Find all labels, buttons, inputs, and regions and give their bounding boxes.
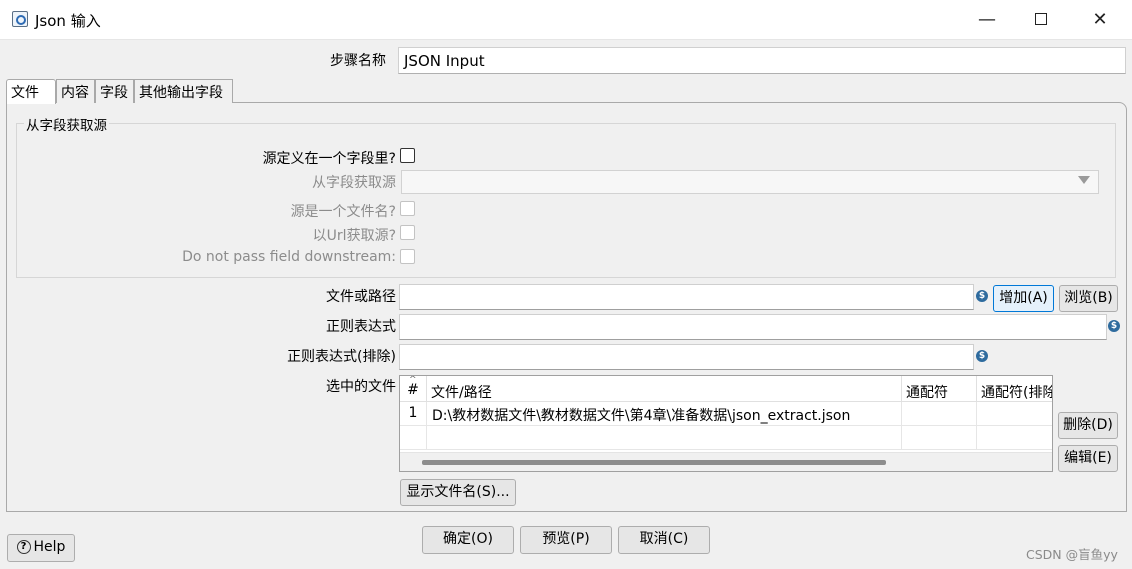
table-cell-empty[interactable] — [977, 426, 1052, 450]
group-title: 从字段获取源 — [24, 114, 109, 134]
file-path-label: 文件或路径 — [326, 289, 396, 305]
table-cell-file-path[interactable]: D:\教材数据文件\教材数据文件\第4章\准备数据\json_extract.j… — [427, 402, 902, 426]
regex-input[interactable] — [399, 314, 1107, 340]
tab-fields[interactable]: 字段 — [95, 79, 134, 103]
json-input-icon — [12, 11, 28, 27]
source-in-field-checkbox[interactable] — [400, 148, 415, 163]
source-is-filename-checkbox[interactable] — [400, 201, 415, 216]
sort-arrow-icon: ^ — [409, 375, 417, 385]
tab-additional-output-fields[interactable]: 其他输出字段 — [134, 79, 233, 103]
title-bar: Json 输入 — ✕ — [0, 0, 1132, 40]
maximize-icon — [1035, 12, 1047, 25]
table-cell-wildcard-exclude[interactable] — [977, 402, 1052, 426]
variable-icon: $ — [976, 290, 988, 302]
variable-icon: $ — [1108, 320, 1120, 332]
step-name-input[interactable]: JSON Input — [398, 47, 1126, 74]
ok-button[interactable]: 确定(O) — [422, 526, 514, 554]
preview-button[interactable]: 预览(P) — [520, 526, 612, 554]
minimize-button[interactable]: — — [964, 0, 1010, 40]
no-pass-field-checkbox[interactable] — [400, 249, 415, 264]
regex-exclude-label: 正则表达式(排除) — [287, 349, 396, 365]
close-button[interactable]: ✕ — [1077, 0, 1123, 40]
column-header-file-path[interactable]: 文件/路径 — [427, 376, 902, 402]
selected-files-table: # ^ 文件/路径 通配符 通配符(排除) 1 D:\教材数据文件\教材数据文件… — [399, 375, 1053, 472]
delete-button[interactable]: 删除(D) — [1058, 412, 1118, 439]
file-path-input[interactable] — [399, 284, 974, 310]
add-button[interactable]: 增加(A) — [993, 285, 1054, 312]
chevron-down-icon — [1078, 176, 1090, 184]
source-from-url-checkbox[interactable] — [400, 225, 415, 240]
table-cell-empty[interactable] — [427, 426, 902, 450]
source-in-field-label: 源定义在一个字段里? — [262, 151, 396, 167]
horizontal-scrollbar[interactable] — [400, 452, 1052, 471]
tab-content[interactable]: 内容 — [56, 79, 95, 103]
help-icon: ? — [16, 540, 31, 554]
source-field-label: 从字段获取源 — [312, 175, 396, 191]
browse-button[interactable]: 浏览(B) — [1059, 285, 1118, 312]
source-field-select[interactable] — [401, 170, 1099, 194]
step-name-label: 步骤名称 — [330, 53, 386, 69]
scrollbar-thumb[interactable] — [422, 460, 886, 465]
regex-label: 正则表达式 — [326, 319, 396, 335]
regex-exclude-input[interactable] — [399, 344, 974, 370]
selected-files-label: 选中的文件 — [326, 379, 396, 395]
table-row-number-empty — [400, 426, 427, 450]
table-cell-wildcard[interactable] — [902, 402, 977, 426]
no-pass-field-label: Do not pass field downstream: — [182, 249, 396, 265]
source-from-url-label: 以Url获取源? — [312, 228, 396, 244]
cancel-button[interactable]: 取消(C) — [618, 526, 710, 554]
tab-file[interactable]: 文件 — [6, 79, 56, 104]
source-is-filename-label: 源是一个文件名? — [290, 204, 396, 220]
maximize-button[interactable] — [1018, 0, 1064, 40]
show-filenames-button[interactable]: 显示文件名(S)... — [400, 479, 516, 506]
help-label: Help — [33, 539, 66, 555]
variable-icon: $ — [976, 350, 988, 362]
table-cell-empty[interactable] — [902, 426, 977, 450]
column-header-wildcard-exclude[interactable]: 通配符(排除) — [977, 376, 1052, 402]
watermark: CSDN @盲鱼yy — [1026, 547, 1118, 562]
help-button[interactable]: ? Help — [7, 534, 75, 562]
window-title: Json 输入 — [35, 12, 101, 30]
table-row-number: 1 — [400, 402, 427, 426]
edit-button[interactable]: 编辑(E) — [1058, 445, 1118, 472]
column-header-wildcard[interactable]: 通配符 — [902, 376, 977, 402]
